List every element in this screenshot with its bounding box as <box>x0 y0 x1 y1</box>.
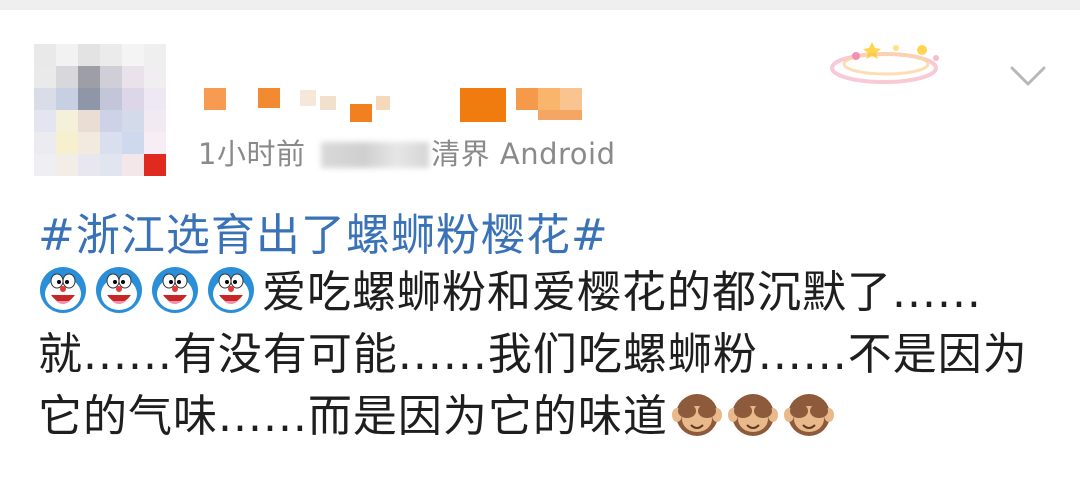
topic-hashtag-link[interactable]: #浙江选育出了螺蛳粉樱花# <box>38 199 609 263</box>
see-no-evil-monkey-icon <box>671 389 722 439</box>
blurred-source <box>321 142 430 168</box>
username[interactable] <box>200 84 610 122</box>
doraemon-face-icon <box>38 265 88 315</box>
body-line-1: 爱吃螺蛳粉和爱樱花的都沉默了...... <box>38 262 1048 324</box>
post-body: 爱吃螺蛳粉和爱樱花的都沉默了...... 就......有没有可能......我… <box>38 262 1048 448</box>
timestamp: 1小时前 <box>198 137 306 171</box>
doraemon-face-icon <box>150 265 200 315</box>
badge-decoration-icon <box>830 42 939 84</box>
see-no-evil-monkey-icon <box>783 389 834 439</box>
doraemon-face-icon <box>94 265 144 315</box>
top-divider <box>0 0 1080 10</box>
body-line-3: 它的气味......而是因为它的味道 <box>38 386 1048 448</box>
avatar[interactable] <box>34 44 166 176</box>
chevron-down-icon[interactable] <box>1008 62 1048 90</box>
body-line-2: 就......有没有可能......我们吃螺蛳粉......不是因为 <box>38 329 1028 380</box>
see-no-evil-monkey-icon <box>727 389 778 439</box>
post-meta: 1小时前 清界 Android <box>198 131 616 173</box>
body-text-line-1: 爱吃螺蛳粉和爱樱花的都沉默了...... <box>262 267 982 318</box>
source-label: 清界 Android <box>431 137 616 171</box>
body-text-line-3: 它的气味......而是因为它的味道 <box>38 391 668 442</box>
doraemon-face-icon <box>206 265 256 315</box>
